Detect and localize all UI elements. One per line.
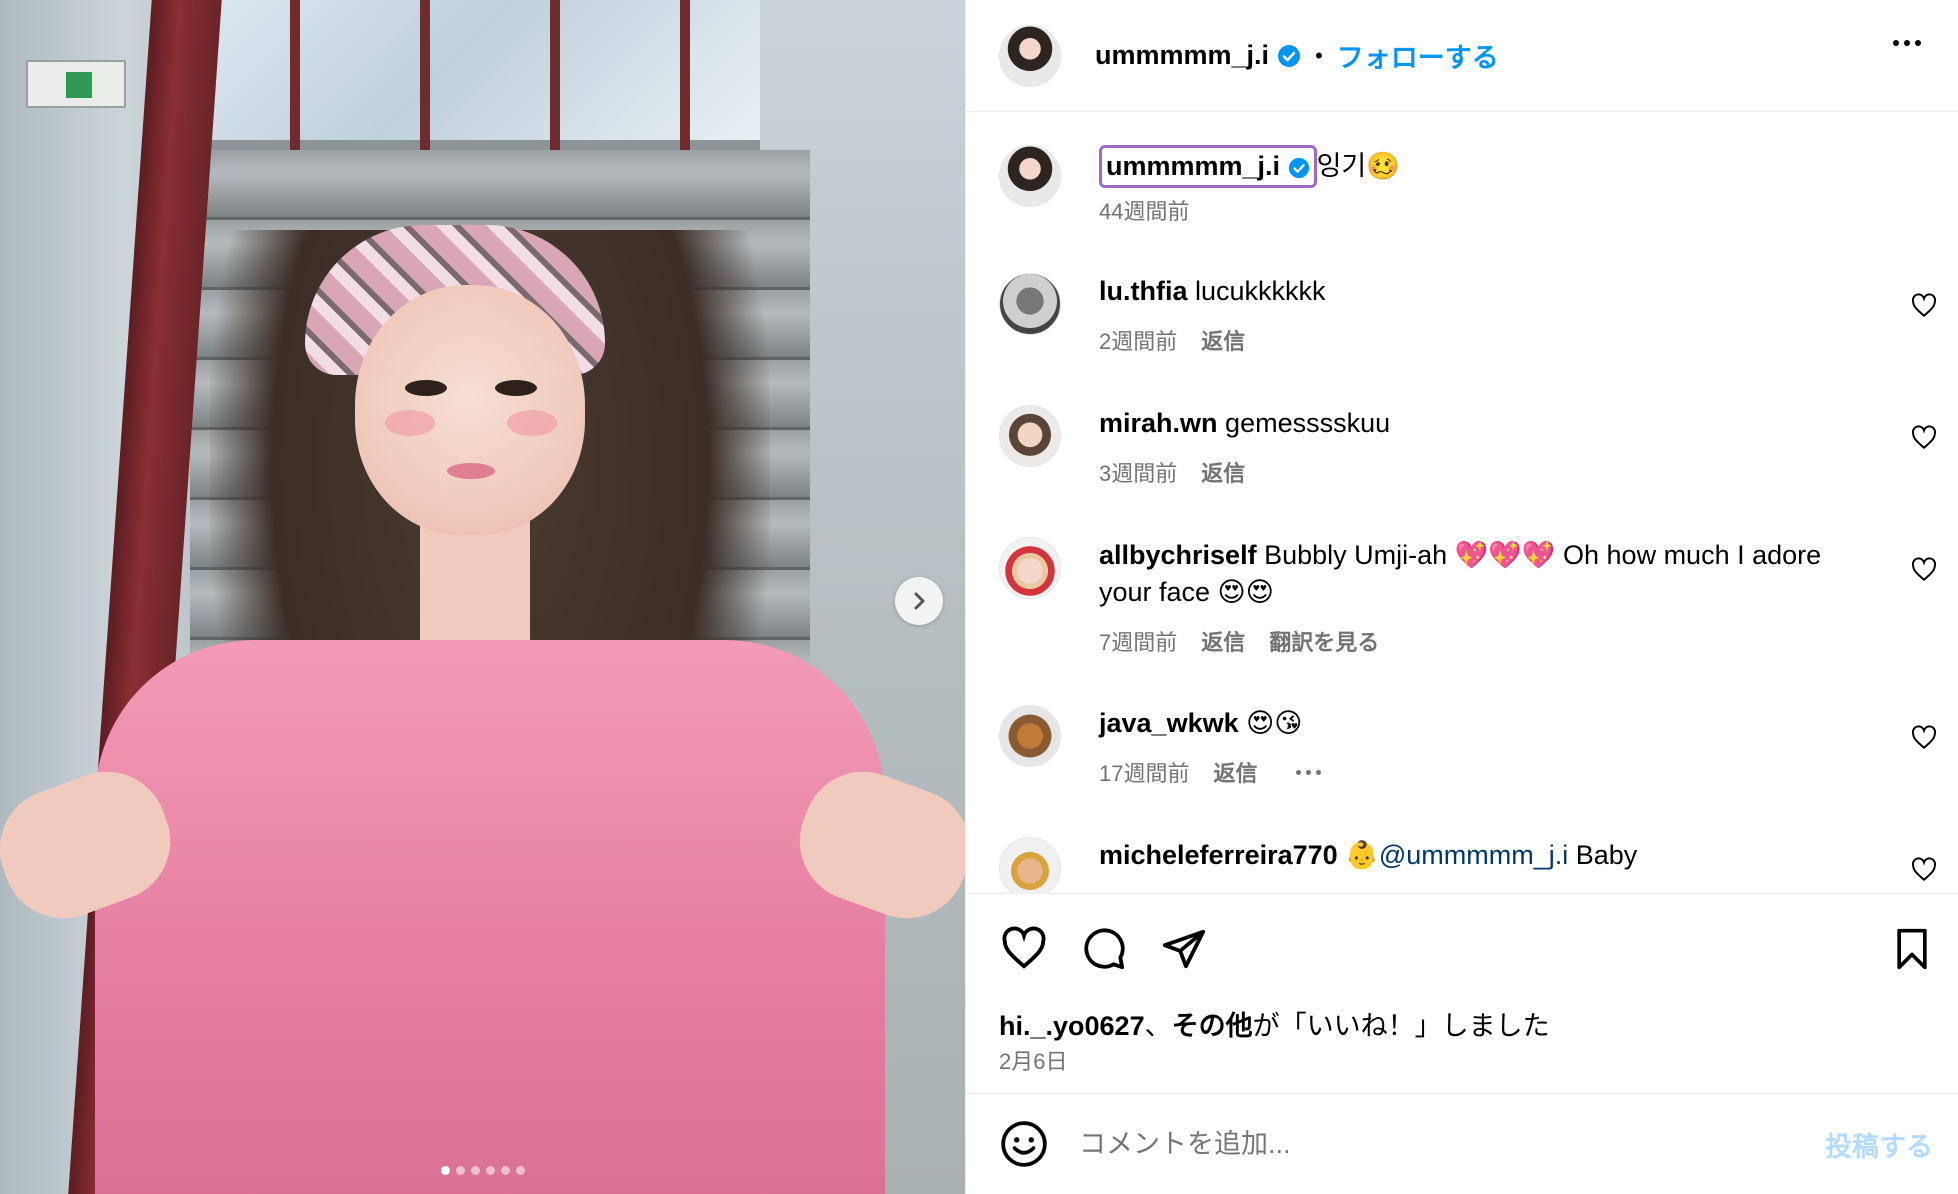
- like-comment-heart-icon[interactable]: [1911, 557, 1937, 583]
- like-comment-heart-icon[interactable]: [1911, 425, 1937, 451]
- comment-text: 😍😘: [1246, 708, 1303, 738]
- comment-mention[interactable]: @ummmmm_j.i: [1379, 840, 1568, 870]
- liked-by-others[interactable]: その他: [1172, 1011, 1253, 1041]
- post-side-panel: ummmmm_j.i • フォローする ummmmm_j.i 잉기🥴 44週間前…: [965, 0, 1958, 1194]
- verified-badge-icon: [1278, 44, 1301, 67]
- verified-badge-icon: [1288, 157, 1309, 178]
- post-header: ummmmm_j.i • フォローする: [966, 0, 1958, 112]
- see-translation-button[interactable]: 翻訳を見る: [1269, 625, 1379, 657]
- paper-plane-icon: [1162, 929, 1206, 969]
- photo-face: [355, 285, 585, 535]
- comment-username[interactable]: mirah.wn: [1099, 408, 1218, 438]
- exit-sign: [26, 60, 126, 108]
- caption-text: 잉기🥴: [1316, 151, 1400, 181]
- comment-time[interactable]: 17週間前: [1099, 756, 1189, 788]
- comment-button[interactable]: [1079, 924, 1129, 974]
- comment-username[interactable]: lu.thfia: [1099, 276, 1188, 306]
- save-button[interactable]: [1887, 924, 1937, 974]
- caption-username-highlight[interactable]: ummmmm_j.i: [1099, 145, 1317, 188]
- avatar[interactable]: [999, 405, 1061, 467]
- photo-window: [200, 0, 760, 150]
- more-dots-icon: [1893, 40, 1899, 46]
- carousel-dot: [485, 1166, 495, 1175]
- avatar[interactable]: [999, 537, 1061, 599]
- like-comment-heart-icon[interactable]: [1911, 293, 1937, 319]
- separator-dot: •: [1315, 42, 1323, 68]
- caption-time[interactable]: 44週間前: [1099, 194, 1189, 226]
- avatar[interactable]: [999, 837, 1061, 893]
- follow-button[interactable]: フォローする: [1337, 36, 1499, 75]
- bookmark-icon: [1897, 928, 1927, 970]
- comment-time[interactable]: 3週間前: [1099, 456, 1177, 488]
- comment-username[interactable]: java_wkwk: [1099, 708, 1239, 738]
- avatar[interactable]: [999, 24, 1061, 87]
- reply-button[interactable]: 返信: [1201, 625, 1245, 657]
- photo-neck: [420, 520, 530, 640]
- like-comment-heart-icon[interactable]: [1911, 725, 1937, 751]
- comment-username[interactable]: micheleferreira770: [1099, 840, 1338, 870]
- likes-summary: hi._.yo0627、その他が「いいね！」しました: [999, 1004, 1550, 1043]
- share-button[interactable]: [1159, 924, 1209, 974]
- comment-username[interactable]: allbychriself: [1099, 540, 1257, 570]
- likes-separator: 、: [1144, 1011, 1172, 1041]
- comments-list[interactable]: ummmmm_j.i 잉기🥴 44週間前 lu.thfia lucukkkkkk…: [966, 113, 1958, 893]
- more-options-button[interactable]: [1893, 40, 1921, 46]
- carousel-dot: [515, 1166, 525, 1175]
- heart-icon: [1002, 926, 1046, 969]
- like-button[interactable]: [999, 924, 1049, 974]
- comment-time[interactable]: 2週間前: [1099, 324, 1177, 356]
- carousel-indicator: [0, 1166, 965, 1175]
- comment-text: lucukkkkkk: [1195, 276, 1326, 306]
- post-date[interactable]: 2月6日: [999, 1044, 1067, 1076]
- liked-by-username[interactable]: hi._.yo0627: [999, 1011, 1145, 1041]
- next-slide-button[interactable]: [895, 577, 943, 625]
- chevron-right-icon: [914, 592, 925, 610]
- carousel-dot: [470, 1166, 480, 1175]
- caption-username[interactable]: ummmmm_j.i: [1106, 151, 1280, 181]
- reply-button[interactable]: 返信: [1201, 456, 1245, 488]
- reply-button[interactable]: 返信: [1201, 324, 1245, 356]
- comment-time[interactable]: 7週間前: [1099, 625, 1177, 657]
- post-comment-button[interactable]: 投稿する: [1825, 1125, 1933, 1164]
- post-actions: hi._.yo0627、その他が「いいね！」しました 2月6日: [966, 893, 1958, 1093]
- comment-bubble-icon: [1084, 928, 1125, 970]
- comment-text: gemesssskuu: [1225, 408, 1391, 438]
- emoji-picker-button[interactable]: [999, 1119, 1049, 1169]
- comment-text: Baby: [1575, 840, 1638, 870]
- avatar[interactable]: [999, 145, 1061, 207]
- reply-button[interactable]: 返信: [1213, 756, 1257, 788]
- avatar[interactable]: [999, 705, 1061, 767]
- carousel-dot: [455, 1166, 465, 1175]
- like-comment-heart-icon[interactable]: [1911, 857, 1937, 883]
- smiley-face-icon: [1001, 1121, 1047, 1167]
- post-photo: [0, 0, 965, 1194]
- likes-suffix: が「いいね！」しました: [1252, 1011, 1550, 1041]
- photo-pink-dress: [95, 640, 885, 1194]
- post-author-username[interactable]: ummmmm_j.i: [1095, 40, 1269, 71]
- comment-emoji: 👶: [1345, 840, 1379, 870]
- carousel-dot: [500, 1166, 510, 1175]
- comment-composer: 投稿する: [966, 1093, 1958, 1194]
- instagram-post-modal: ummmmm_j.i • フォローする ummmmm_j.i 잉기🥴 44週間前…: [0, 0, 1958, 1194]
- avatar[interactable]: [999, 273, 1061, 335]
- comment-more-options-button[interactable]: [1295, 769, 1321, 775]
- carousel-dot: [440, 1166, 450, 1175]
- comment-input[interactable]: [1079, 1128, 1779, 1160]
